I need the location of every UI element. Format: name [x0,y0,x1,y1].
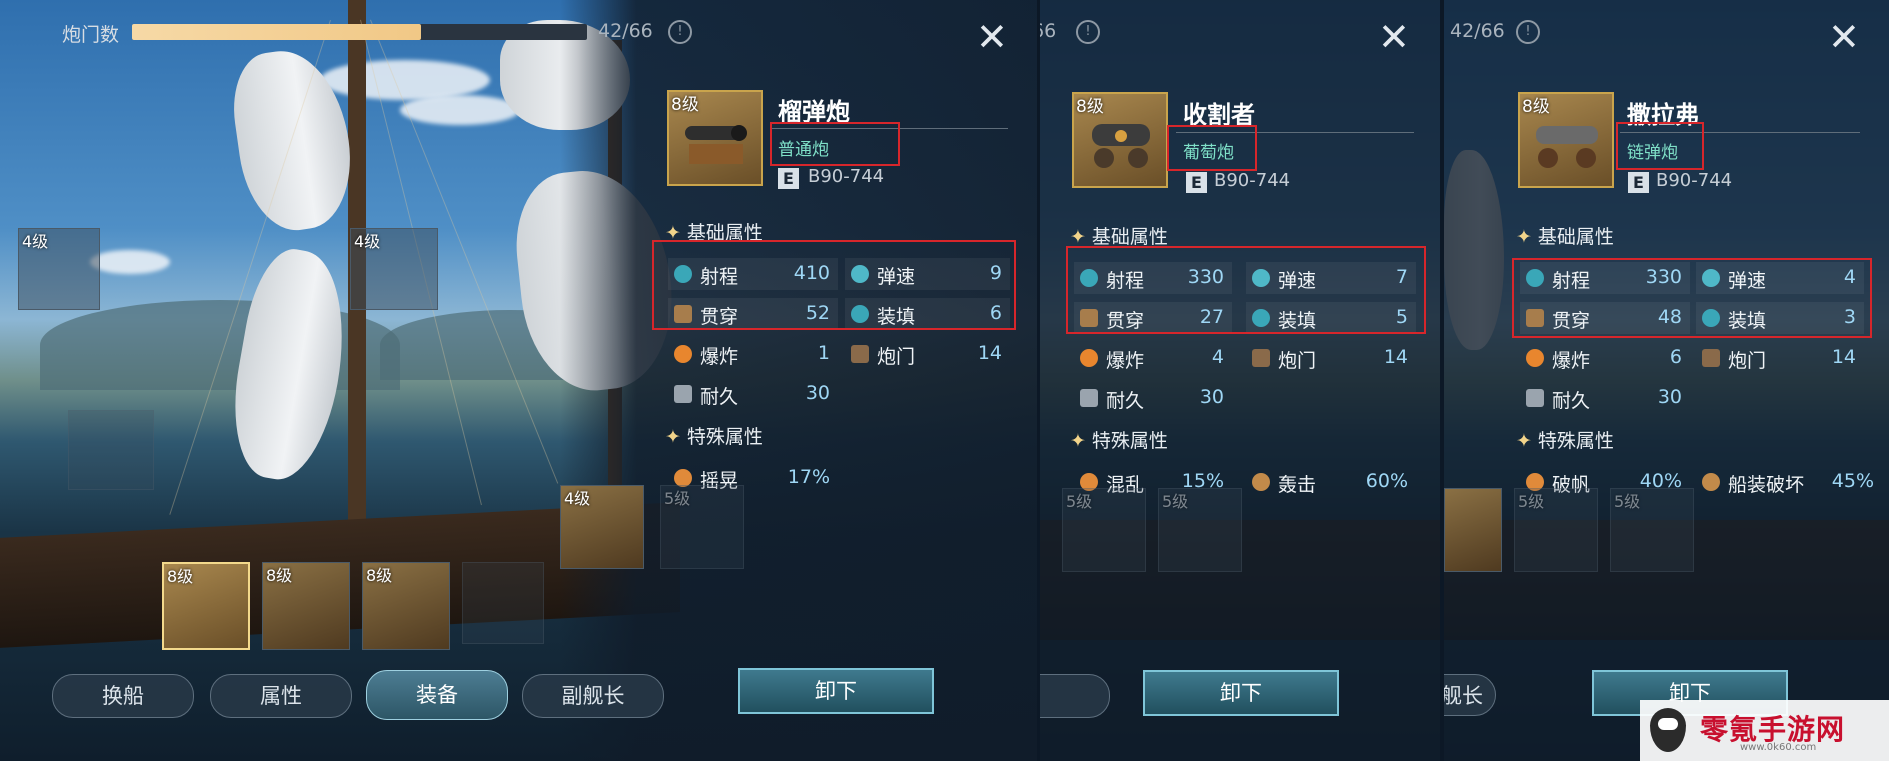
item-image-cannon: 8级 [1072,92,1168,188]
item-image-cannon: 8级 [667,90,763,186]
star-icon: ✦ [1516,226,1532,248]
armor-slot[interactable]: 5级 [660,485,744,569]
highlight-box-type [1167,125,1257,171]
capacity-fill [132,24,422,40]
sail-slot[interactable]: 4级 [18,228,100,310]
gunport-icon [1252,349,1270,367]
stat-explosion: 爆炸 6 [1520,342,1690,374]
grade-badge: E [778,168,799,189]
armor-slot[interactable]: 5级 [1062,488,1146,572]
capacity-label: 炮门数 [62,24,120,46]
stat-gunport: 炮门 14 [1246,342,1416,374]
item-code: B90-744 [808,166,885,187]
capacity-count: 42/66 [598,20,653,42]
stat-durability: 耐久 30 [1520,382,1690,414]
grade-badge: E [1628,172,1649,193]
explosion-icon [1526,349,1544,367]
mountain [40,300,400,390]
stat-durability: 耐久 30 [668,378,838,410]
highlight-box-type [1616,122,1704,170]
cannon-icon [1092,124,1150,168]
special-bombard: 轰击 60% [1246,466,1416,498]
section-title-special: ✦ 特殊属性 [665,426,763,448]
explosion-icon [1080,349,1098,367]
empty-slot[interactable] [68,410,154,490]
panel-reaper-cannon: 66 ! ✕ 8级 收割者 葡萄炮 E B90-744 ✦基础属性 射程330 … [1040,0,1440,761]
highlight-box-type [770,122,900,166]
tab-vice-captain-partial[interactable] [1040,674,1110,718]
item-code: B90-744 [1214,170,1291,191]
stat-explosion: 爆炸 4 [1074,342,1232,374]
mast-sail-slot[interactable]: 4级 [350,228,438,310]
cannon-slot-selected[interactable]: 8级 [162,562,250,650]
grade-badge: E [1186,172,1207,193]
info-icon[interactable]: ! [1076,20,1100,44]
section-title-special: ✦ 特殊属性 [1070,430,1168,452]
cannon-icon [1536,126,1598,168]
bombard-icon [1252,473,1270,491]
close-icon[interactable]: ✕ [1828,18,1860,56]
stat-durability: 耐久 30 [1074,382,1232,414]
tab-attributes[interactable]: 属性 [210,674,352,718]
panel-seraph-cannon: 42/66 ! ✕ 8级 撒拉弗 链弹炮 E B90-744 ✦ 基础属性 射程 3… [1444,0,1889,761]
capacity-count-partial: 66 [1040,20,1057,42]
unload-button[interactable]: 卸下 [1143,670,1339,716]
screenshot-stage: 炮门数 42/66 ! ✕ 8级 榴弹炮 普通炮 E B90-744 ✦ 基础属性… [0,0,1889,761]
highlight-box-stats [1066,246,1426,334]
cloud [320,60,490,100]
capacity-count: 42/66 [1450,20,1505,42]
armor-slot[interactable]: 5级 [1158,488,1242,572]
cloud [400,95,520,125]
info-icon[interactable]: ! [668,20,692,44]
item-code: B90-744 [1656,170,1733,191]
armor-slot[interactable]: 5级 [1610,488,1694,572]
durability-icon [1526,389,1544,407]
star-icon: ✦ [665,426,681,448]
section-title-special: ✦ 特殊属性 [1516,430,1614,452]
tab-equipment[interactable]: 装备 [366,670,508,720]
site-watermark: 零氪手游网 www.0k60.com [1640,700,1889,761]
durability-icon [674,385,692,403]
capacity-track [132,24,587,40]
stat-gunport: 炮门 14 [1696,342,1864,374]
cloud [90,250,170,274]
highlight-box-stats [652,240,1016,330]
gunport-icon [1702,349,1720,367]
gunport-icon [851,345,869,363]
close-icon[interactable]: ✕ [1378,18,1410,56]
stat-explosion: 爆炸 1 [668,338,838,370]
capacity-bar-row: 炮门数 42/66 ! ✕ [0,14,1037,56]
logo-icon [1650,708,1686,752]
cannon-slot[interactable]: 8级 [262,562,350,650]
armor-slot[interactable]: 4级 [560,485,644,569]
cannon-icon [685,125,747,164]
unload-button[interactable]: 卸下 [738,668,934,714]
tab-change-ship[interactable]: 换船 [52,674,194,718]
section-title-basic: ✦ 基础属性 [1070,226,1168,248]
explosion-icon [674,345,692,363]
tab-vice-captain-partial[interactable]: 舰长 [1444,674,1496,716]
cannon-slot-empty[interactable] [462,562,544,644]
highlight-box-stats [1512,258,1872,338]
durability-icon [1080,389,1098,407]
rigging-break-icon [1702,473,1720,491]
special-rigging-break: 船装破坏 45% [1696,466,1876,498]
close-icon[interactable]: ✕ [976,18,1008,56]
watermark-url: www.0k60.com [1740,742,1817,753]
armor-slot-partial[interactable] [1444,488,1502,572]
cannon-slot[interactable]: 8级 [362,562,450,650]
star-icon: ✦ [1070,226,1086,248]
panel-grenade-cannon: 炮门数 42/66 ! ✕ 8级 榴弹炮 普通炮 E B90-744 ✦ 基础属性… [0,0,1037,761]
tab-vice-captain[interactable]: 副舰长 [522,674,664,718]
info-icon[interactable]: ! [1516,20,1540,44]
section-title-basic: ✦ 基础属性 [1516,226,1614,248]
star-icon: ✦ [1070,430,1086,452]
stat-gunport: 炮门 14 [845,338,1010,370]
item-image-cannon: 8级 [1518,92,1614,188]
armor-slot[interactable]: 5级 [1514,488,1598,572]
star-icon: ✦ [1516,430,1532,452]
